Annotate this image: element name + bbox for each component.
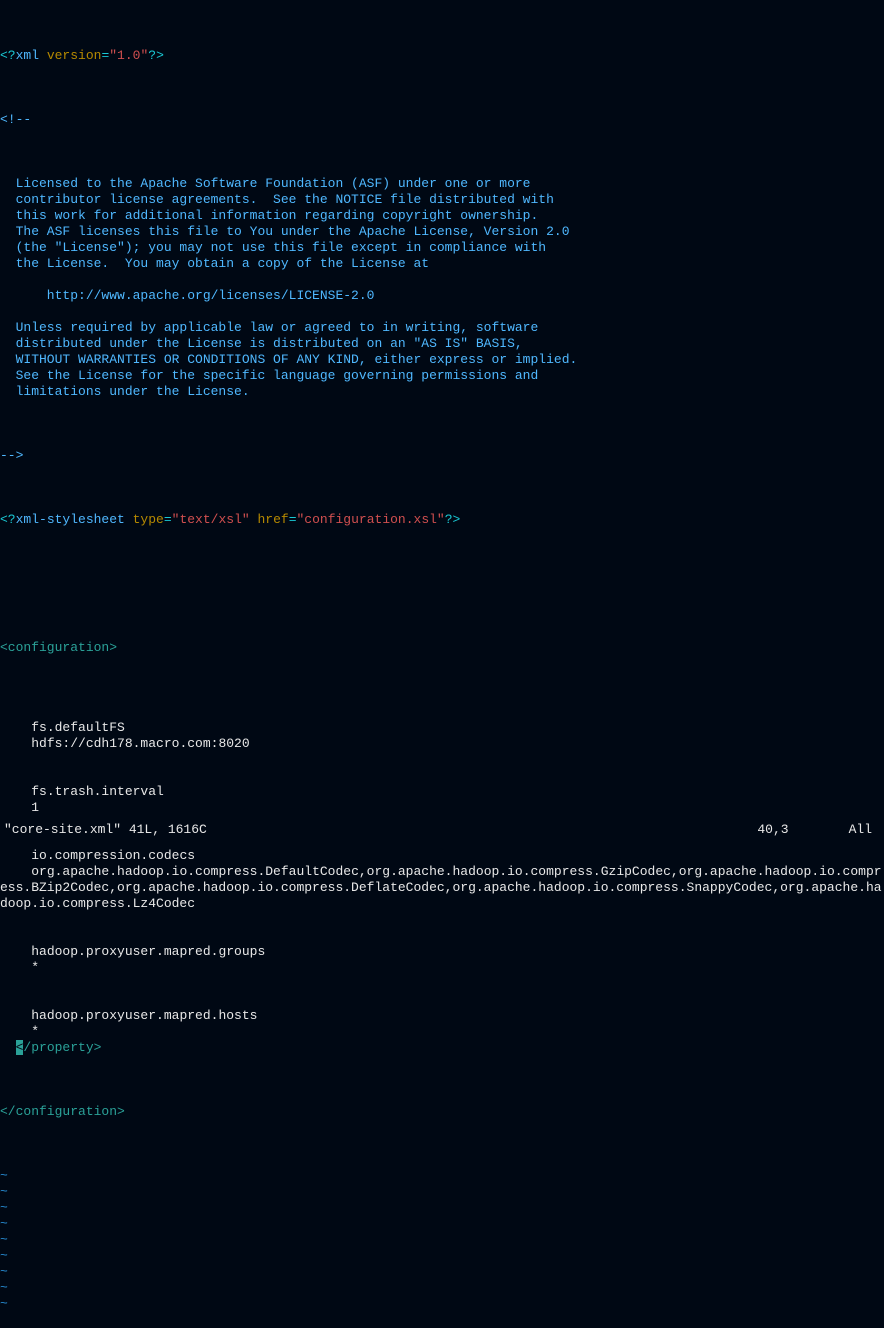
property-open: [0, 768, 884, 784]
comment-line: Unless required by applicable law or agr…: [0, 320, 884, 336]
empty-line-tilde: ~: [0, 1296, 884, 1312]
comment-line: Licensed to the Apache Software Foundati…: [0, 176, 884, 192]
configuration-open: <configuration>: [0, 640, 884, 656]
empty-line-tilde: ~: [0, 1264, 884, 1280]
property-close: [0, 912, 884, 928]
comment-line: contributor license agreements. See the …: [0, 192, 884, 208]
property-name: fs.trash.interval: [0, 784, 884, 800]
empty-line-tilde: ~: [0, 1216, 884, 1232]
empty-line-tilde: ~: [0, 1200, 884, 1216]
property-close: [0, 976, 884, 992]
empty-line-tilde: ~: [0, 1184, 884, 1200]
property-value: org.apache.hadoop.io.compress.DefaultCod…: [0, 864, 884, 912]
comment-line: http://www.apache.org/licenses/LICENSE-2…: [0, 288, 884, 304]
status-position: 40,3: [757, 822, 848, 838]
property-name: fs.defaultFS: [0, 720, 884, 736]
status-percent: All: [849, 822, 880, 838]
empty-line-tilde: ~: [0, 1248, 884, 1264]
empty-line-tilde: ~: [0, 1232, 884, 1248]
comment-close: -->: [0, 448, 884, 464]
property-name: hadoop.proxyuser.mapred.hosts: [0, 1008, 884, 1024]
empty-line-tilde: ~: [0, 1168, 884, 1184]
property-name: io.compression.codecs: [0, 848, 884, 864]
vim-status-bar: "core-site.xml" 41L, 1616C 40,3 All: [0, 822, 884, 838]
comment-line: distributed under the License is distrib…: [0, 336, 884, 352]
comment-line: this work for additional information reg…: [0, 208, 884, 224]
property-value: *: [0, 960, 884, 976]
comment-line: [0, 272, 884, 288]
property-open: [0, 704, 884, 720]
comment-line: [0, 304, 884, 320]
vim-editor[interactable]: <?xml version="1.0"?> <!-- Licensed to t…: [0, 0, 884, 1328]
comment-open: <!--: [0, 112, 884, 128]
comment-line: limitations under the License.: [0, 384, 884, 400]
blank-line: [0, 576, 884, 592]
property-open: [0, 928, 884, 944]
comment-line: (the "License"); you may not use this fi…: [0, 240, 884, 256]
property-value: hdfs://cdh178.macro.com:8020: [0, 736, 884, 752]
xml-stylesheet: <?xml-stylesheet type="text/xsl" href="c…: [0, 512, 884, 528]
comment-line: the License. You may obtain a copy of th…: [0, 256, 884, 272]
status-file: "core-site.xml" 41L, 1616C: [4, 822, 207, 838]
property-value: 1: [0, 800, 884, 816]
property-name: hadoop.proxyuser.mapred.groups: [0, 944, 884, 960]
empty-line-tilde: ~: [0, 1280, 884, 1296]
property-close: </property>: [0, 1040, 884, 1056]
configuration-close: </configuration>: [0, 1104, 884, 1120]
comment-line: See the License for the specific languag…: [0, 368, 884, 384]
xml-declaration: <?xml version="1.0"?>: [0, 48, 884, 64]
comment-line: The ASF licenses this file to You under …: [0, 224, 884, 240]
comment-line: WITHOUT WARRANTIES OR CONDITIONS OF ANY …: [0, 352, 884, 368]
property-close: [0, 752, 884, 768]
cursor: <: [16, 1040, 24, 1055]
property-open: [0, 992, 884, 1008]
property-value: *: [0, 1024, 884, 1040]
